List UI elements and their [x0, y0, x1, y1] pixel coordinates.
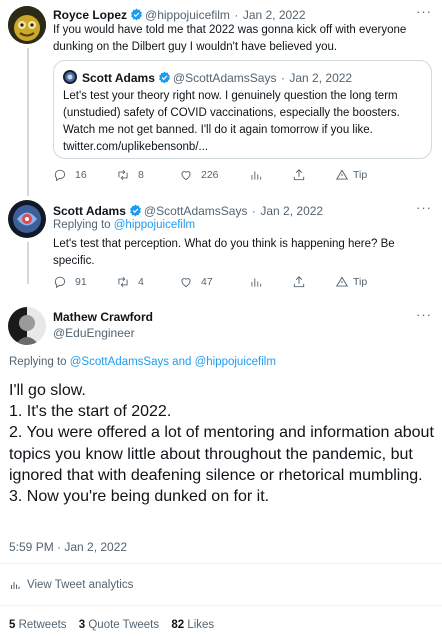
avatar-image — [8, 6, 46, 44]
author-name[interactable]: Mathew Crawford — [53, 310, 153, 324]
retweets-count: 5 — [9, 619, 16, 631]
thread-line — [27, 242, 29, 284]
text-line: 1. It's the start of 2022. — [9, 403, 172, 421]
tip-button[interactable]: Tip — [335, 275, 367, 289]
reply-count: 16 — [75, 169, 87, 181]
quote-author-handle: @ScottAdamsSays — [172, 71, 277, 85]
analytics-label: View Tweet analytics — [27, 579, 134, 591]
tip-label: Tip — [353, 276, 368, 288]
avatar-royce-lopez[interactable] — [8, 6, 46, 44]
tweet-date[interactable]: Jan 2, 2022 — [243, 8, 306, 22]
share-icon — [293, 169, 305, 181]
tip-icon — [335, 169, 349, 180]
likes-label: Likes — [187, 619, 215, 631]
author-handle[interactable]: @EduEngineer — [53, 326, 153, 340]
heart-icon — [181, 171, 191, 181]
avatar-image — [8, 307, 46, 345]
retweet-icon — [118, 277, 128, 287]
avatar-mathew-crawford[interactable] — [8, 307, 46, 345]
replying-to: Replying to @hippojuicefilm — [53, 219, 195, 231]
reply-button[interactable]: 91 — [53, 275, 116, 289]
more-options-button[interactable]: ··· — [416, 307, 432, 322]
tweet2-actions: 91 4 47 Tip — [53, 275, 373, 289]
reply-icon — [54, 276, 66, 289]
author-name[interactable]: Royce Lopez — [53, 8, 127, 22]
quoted-tweet-card[interactable]: Scott Adams @ScottAdamsSays · Jan 2, 2022… — [53, 60, 432, 159]
share-button[interactable] — [292, 275, 335, 289]
share-icon — [293, 276, 305, 288]
text-line: I'll go slow. — [9, 382, 86, 399]
retweet-count: 8 — [138, 169, 144, 181]
like-count: 226 — [201, 169, 219, 181]
quotes-stat[interactable]: 3 Quote Tweets — [79, 619, 163, 631]
quotes-label: Quote Tweets — [88, 619, 160, 631]
view-analytics-link[interactable]: View Tweet analytics — [9, 579, 133, 591]
like-count: 47 — [201, 276, 213, 288]
reply-button[interactable]: 16 — [53, 168, 116, 182]
divider — [0, 605, 442, 606]
quote-header: Scott Adams @ScottAdamsSays · Jan 2, 2022 — [82, 69, 352, 87]
likes-count: 82 — [171, 619, 185, 631]
more-options-button[interactable]: ··· — [416, 200, 432, 215]
engagement-stats: 5 Retweets 3 Quote Tweets 82 Likes — [9, 619, 214, 631]
avatar-scott-adams[interactable] — [8, 200, 46, 238]
quote-author-name: Scott Adams — [82, 71, 155, 85]
quotes-count: 3 — [78, 619, 86, 631]
verified-badge-icon — [129, 204, 141, 217]
retweets-label: Retweets — [18, 619, 67, 631]
reply-count: 91 — [75, 276, 87, 288]
avatar-scott-adams-small — [63, 70, 77, 84]
reply-icon — [54, 169, 66, 182]
tweet1-text: If you would have told me that 2022 was … — [53, 24, 407, 53]
analytics-icon — [251, 278, 262, 287]
main-timestamp[interactable]: 5:59 PM · Jan 2, 2022 — [9, 540, 127, 554]
like-button[interactable]: 226 — [179, 168, 249, 182]
main-tweet-text: I'll go slow. 1. It's the start of 2022.… — [9, 380, 434, 507]
likes-stat[interactable]: 82 Likes — [171, 619, 214, 631]
verified-badge-icon — [158, 71, 170, 84]
separator-dot: · — [280, 71, 285, 85]
analytics-button[interactable] — [249, 168, 292, 182]
avatar-image — [8, 200, 46, 238]
author-handle[interactable]: @ScottAdamsSays — [144, 204, 248, 218]
tip-button[interactable]: Tip — [335, 168, 367, 182]
retweets-stat[interactable]: 5 Retweets — [9, 619, 70, 631]
share-button[interactable] — [292, 168, 335, 182]
verified-badge-icon — [131, 8, 142, 21]
analytics-button[interactable] — [249, 275, 292, 289]
text-line: 2. You were offered a lot of mentoring a… — [9, 424, 434, 484]
main-author: Mathew Crawford @EduEngineer — [53, 310, 153, 340]
more-options-button[interactable]: ··· — [416, 4, 432, 19]
thread-line — [27, 48, 29, 196]
text-line: 3. Now you're being dunked on for it. — [9, 488, 270, 506]
retweet-count: 4 — [138, 276, 144, 288]
tip-icon — [335, 276, 349, 287]
retweet-button[interactable]: 8 — [116, 168, 179, 182]
separator-dot: · — [251, 204, 256, 218]
quote-date: Jan 2, 2022 — [289, 71, 353, 85]
replying-to-users[interactable]: @ScottAdamsSays and @hippojuicefilm — [70, 356, 276, 368]
author-handle[interactable]: @hippojuicefilm — [145, 8, 230, 22]
heart-icon — [181, 278, 191, 288]
replying-prefix: Replying to — [9, 356, 67, 368]
author-name[interactable]: Scott Adams — [53, 204, 126, 218]
tweet2-text: Let's test that perception. What do you … — [53, 238, 395, 267]
replying-prefix: Replying to — [53, 219, 111, 231]
tweet1-actions: 16 8 226 Tip — [53, 168, 373, 182]
tweet-date[interactable]: Jan 2, 2022 — [260, 204, 323, 218]
tweet2-header: Scott Adams @ScottAdamsSays · Jan 2, 2022 — [53, 202, 323, 220]
like-button[interactable]: 47 — [179, 275, 249, 289]
analytics-icon — [11, 582, 20, 589]
main-replying-to: Replying to @ScottAdamsSays and @hippoju… — [9, 356, 276, 368]
retweet-icon — [118, 170, 128, 180]
quote-body: Let's test your theory right now. I genu… — [63, 90, 400, 136]
retweet-button[interactable]: 4 — [116, 275, 179, 289]
tip-label: Tip — [353, 169, 368, 181]
analytics-icon — [251, 171, 262, 180]
quote-text: Let's test your theory right now. I genu… — [63, 88, 425, 156]
quote-link[interactable]: twitter.com/uplikebensonb/... — [63, 139, 425, 156]
separator-dot: · — [234, 8, 239, 22]
divider — [0, 563, 442, 564]
replying-to-user[interactable]: @hippojuicefilm — [114, 219, 195, 231]
